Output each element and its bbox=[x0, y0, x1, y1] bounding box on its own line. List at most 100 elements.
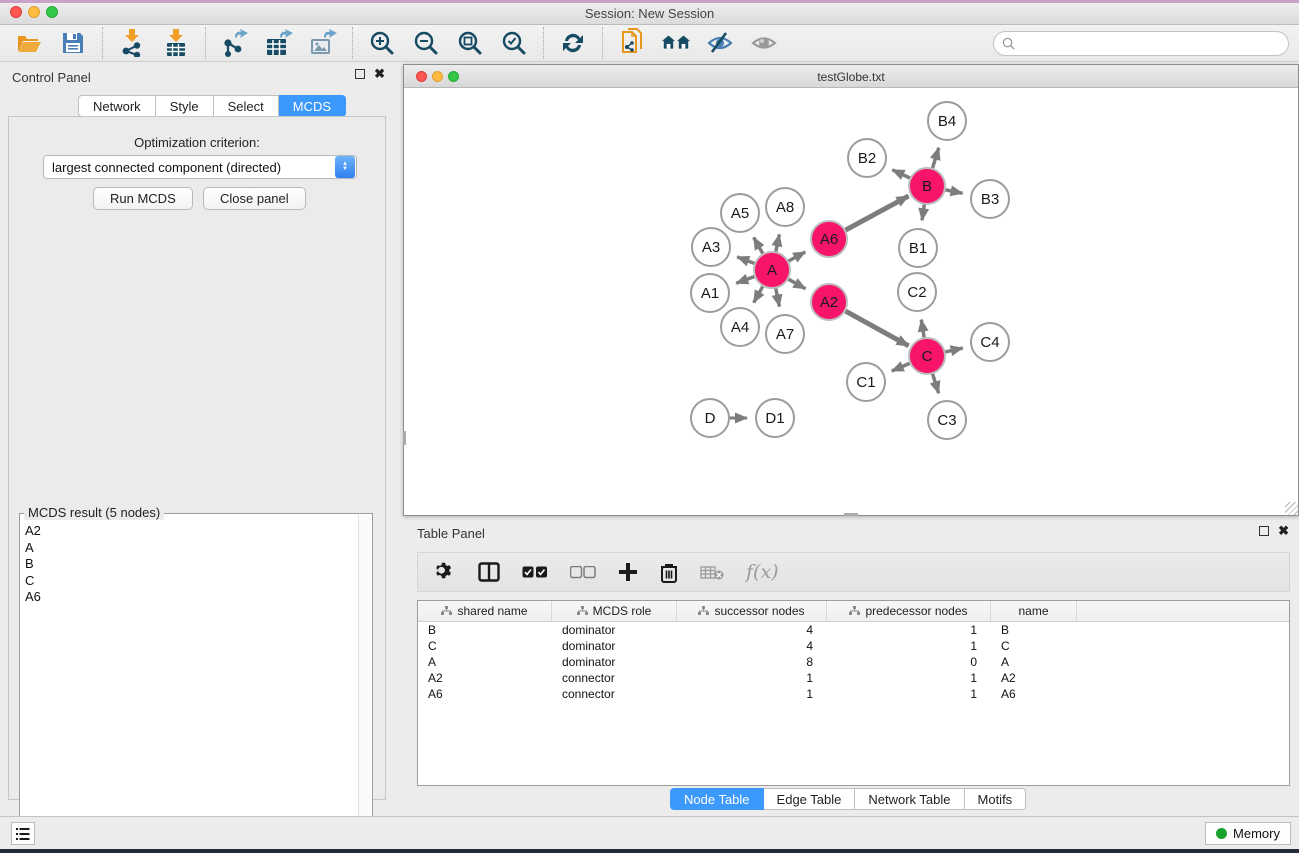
graph-node-C4[interactable]: C4 bbox=[971, 323, 1009, 361]
graph-edge-A-A5[interactable] bbox=[754, 237, 764, 256]
mcds-result-item[interactable]: C bbox=[25, 573, 366, 590]
table-cell-name[interactable]: A6 bbox=[991, 686, 1077, 702]
open-file-icon[interactable] bbox=[14, 28, 44, 58]
graph-node-B3[interactable]: B3 bbox=[971, 180, 1009, 218]
deselect-all-columns-icon[interactable] bbox=[570, 559, 596, 585]
zoom-selected-icon[interactable] bbox=[499, 28, 529, 58]
memory-button[interactable]: Memory bbox=[1205, 822, 1291, 845]
close-panel-button[interactable]: Close panel bbox=[203, 187, 306, 210]
table-cell-predecessor_nodes[interactable]: 1 bbox=[827, 638, 991, 654]
float-table-panel-icon[interactable] bbox=[1259, 526, 1269, 536]
graph-node-B2[interactable]: B2 bbox=[848, 139, 886, 177]
graph-edge-A-A8[interactable] bbox=[775, 234, 779, 254]
table-row[interactable]: Cdominator41C bbox=[418, 638, 1289, 654]
window-resize-corner[interactable] bbox=[1285, 502, 1298, 515]
graph-node-C3[interactable]: C3 bbox=[928, 401, 966, 439]
clone-network-icon[interactable] bbox=[617, 28, 647, 58]
column-header-name[interactable]: name bbox=[991, 601, 1077, 621]
table-cell-shared_name[interactable]: A2 bbox=[418, 670, 552, 686]
import-table-icon[interactable] bbox=[161, 28, 191, 58]
graph-node-A[interactable]: A bbox=[754, 252, 790, 288]
column-header-MCDS-role[interactable]: MCDS role bbox=[552, 601, 677, 621]
table-cell-predecessor_nodes[interactable]: 1 bbox=[827, 670, 991, 686]
zoom-fit-icon[interactable] bbox=[455, 28, 485, 58]
mcds-result-item[interactable]: A bbox=[25, 540, 366, 557]
table-row[interactable]: Bdominator41B bbox=[418, 622, 1289, 638]
export-network-icon[interactable] bbox=[220, 28, 250, 58]
table-cell-successor_nodes[interactable]: 8 bbox=[677, 654, 827, 670]
task-history-button[interactable] bbox=[11, 822, 35, 845]
table-settings-gear-icon[interactable] bbox=[434, 559, 456, 585]
hide-selected-icon[interactable] bbox=[705, 28, 735, 58]
table-cell-predecessor_nodes[interactable]: 1 bbox=[827, 686, 991, 702]
tab-motifs[interactable]: Motifs bbox=[965, 788, 1027, 810]
table-cell-successor_nodes[interactable]: 1 bbox=[677, 686, 827, 702]
column-layout-icon[interactable] bbox=[478, 559, 500, 585]
graph-node-A8[interactable]: A8 bbox=[766, 188, 804, 226]
table-cell-predecessor_nodes[interactable]: 1 bbox=[827, 622, 991, 638]
graph-edge-A2-C[interactable] bbox=[843, 310, 909, 346]
graph-edge-A-A7[interactable] bbox=[775, 286, 779, 307]
tab-node-table[interactable]: Node Table bbox=[670, 788, 764, 810]
table-cell-mcds_role[interactable]: dominator bbox=[552, 622, 677, 638]
network-canvas[interactable]: AA1A2A3A4A5A6A7A8BB1B2B3B4CC1C2C3C4DD1 bbox=[404, 88, 1298, 515]
table-cell-shared_name[interactable]: A6 bbox=[418, 686, 552, 702]
graph-node-C[interactable]: C bbox=[909, 338, 945, 374]
table-row[interactable]: A2connector11A2 bbox=[418, 670, 1289, 686]
refresh-icon[interactable] bbox=[558, 28, 588, 58]
graph-node-C2[interactable]: C2 bbox=[898, 273, 936, 311]
tab-edge-table[interactable]: Edge Table bbox=[764, 788, 856, 810]
graph-node-A1[interactable]: A1 bbox=[691, 274, 729, 312]
mcds-result-item[interactable]: A2 bbox=[25, 523, 366, 540]
table-cell-mcds_role[interactable]: dominator bbox=[552, 654, 677, 670]
function-builder-icon[interactable]: f(x) bbox=[746, 559, 779, 585]
import-network-icon[interactable] bbox=[117, 28, 147, 58]
window-resize-grip[interactable] bbox=[403, 431, 406, 445]
float-panel-icon[interactable] bbox=[355, 69, 365, 79]
graph-edge-B-B2[interactable] bbox=[892, 170, 912, 179]
first-neighbors-icon[interactable] bbox=[661, 28, 691, 58]
graph-node-A7[interactable]: A7 bbox=[766, 315, 804, 353]
table-cell-mcds_role[interactable]: dominator bbox=[552, 638, 677, 654]
result-scrollbar[interactable] bbox=[358, 515, 371, 847]
mcds-result-item[interactable]: B bbox=[25, 556, 366, 573]
graph-edge-C-C1[interactable] bbox=[892, 362, 913, 371]
zoom-in-icon[interactable] bbox=[367, 28, 397, 58]
export-image-icon[interactable] bbox=[308, 28, 338, 58]
graph-edge-A-A6[interactable] bbox=[786, 252, 805, 262]
graph-edge-C-C3[interactable] bbox=[932, 371, 939, 393]
close-panel-icon[interactable]: ✖ bbox=[374, 69, 385, 79]
graph-node-A4[interactable]: A4 bbox=[721, 308, 759, 346]
graph-edge-A-A3[interactable] bbox=[737, 257, 757, 264]
tab-network-table[interactable]: Network Table bbox=[855, 788, 964, 810]
graph-edge-C-C2[interactable] bbox=[921, 320, 924, 341]
tab-select[interactable]: Select bbox=[214, 95, 279, 117]
graph-edge-B-B3[interactable] bbox=[943, 189, 963, 193]
close-table-panel-icon[interactable]: ✖ bbox=[1278, 526, 1289, 536]
save-session-icon[interactable] bbox=[58, 28, 88, 58]
graph-edge-A6-B[interactable] bbox=[843, 196, 908, 231]
graph-edge-A-A2[interactable] bbox=[786, 278, 806, 289]
show-all-icon[interactable] bbox=[749, 28, 779, 58]
mcds-result-item[interactable]: A6 bbox=[25, 589, 366, 606]
add-column-icon[interactable] bbox=[618, 559, 638, 585]
graph-edge-B-B4[interactable] bbox=[932, 148, 939, 171]
column-header-predecessor-nodes[interactable]: predecessor nodes bbox=[827, 601, 991, 621]
graph-node-D[interactable]: D bbox=[691, 399, 729, 437]
table-cell-successor_nodes[interactable]: 4 bbox=[677, 622, 827, 638]
run-mcds-button[interactable]: Run MCDS bbox=[93, 187, 193, 210]
graph-node-A6[interactable]: A6 bbox=[811, 221, 847, 257]
column-header-shared-name[interactable]: shared name bbox=[418, 601, 552, 621]
graph-node-A2[interactable]: A2 bbox=[811, 284, 847, 320]
graph-node-B[interactable]: B bbox=[909, 168, 945, 204]
network-window-titlebar[interactable]: testGlobe.txt bbox=[404, 65, 1298, 88]
select-all-columns-icon[interactable] bbox=[522, 559, 548, 585]
export-table-icon[interactable] bbox=[264, 28, 294, 58]
table-cell-shared_name[interactable]: B bbox=[418, 622, 552, 638]
graph-edge-C-C4[interactable] bbox=[943, 348, 963, 352]
table-cell-mcds_role[interactable]: connector bbox=[552, 670, 677, 686]
table-row[interactable]: A6connector11A6 bbox=[418, 686, 1289, 702]
graph-node-B1[interactable]: B1 bbox=[899, 229, 937, 267]
table-cell-predecessor_nodes[interactable]: 0 bbox=[827, 654, 991, 670]
graph-edge-A-A4[interactable] bbox=[754, 284, 764, 303]
